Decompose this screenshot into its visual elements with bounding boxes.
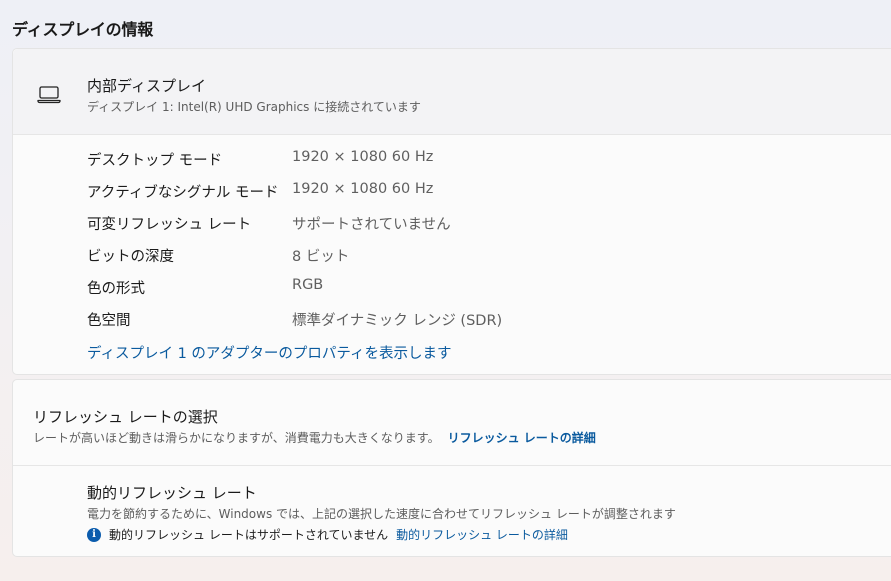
info-value: 標準ダイナミック レンジ (SDR) — [292, 313, 503, 329]
refresh-rate-description: レートが高いほど動きは滑らかになりますが、消費電力も大きくなります。 リフレッシュ… — [33, 429, 596, 446]
dynamic-refresh-description: 電力を節約するために、Windows では、上記の選択した速度に合わせてリフレッ… — [87, 507, 676, 521]
refresh-rate-card: リフレッシュ レートの選択 レートが高いほど動きは滑らかになりますが、消費電力も… — [12, 379, 891, 557]
refresh-rate-details-link[interactable]: リフレッシュ レートの詳細 — [448, 431, 596, 445]
display-info-card: 内部ディスプレイ ディスプレイ 1: Intel(R) UHD Graphics… — [12, 48, 891, 375]
refresh-rate-title: リフレッシュ レートの選択 — [33, 408, 218, 426]
info-icon: i — [87, 527, 101, 542]
info-value: 8 ビット — [292, 249, 350, 265]
section-title: ディスプレイの情報 — [12, 20, 154, 39]
info-value: 1920 × 1080 60 Hz — [292, 149, 434, 165]
adapter-properties-link[interactable]: ディスプレイ 1 のアダプターのプロパティを表示します — [87, 342, 452, 363]
info-label: デスクトップ モード — [87, 153, 223, 169]
dynamic-refresh-title: 動的リフレッシュ レート — [87, 484, 257, 502]
info-label: 色の形式 — [87, 281, 145, 297]
info-value: 1920 × 1080 60 Hz — [292, 181, 434, 197]
info-value: RGB — [292, 277, 324, 293]
refresh-rate-description-text: レートが高いほど動きは滑らかになりますが、消費電力も大きくなります。 — [33, 431, 440, 445]
info-label: 色空間 — [87, 313, 131, 329]
info-label: 可変リフレッシュ レート — [87, 217, 252, 233]
dynamic-refresh-details-link[interactable]: 動的リフレッシュ レートの詳細 — [396, 526, 568, 543]
display-header: 内部ディスプレイ ディスプレイ 1: Intel(R) UHD Graphics… — [13, 49, 891, 135]
info-value: サポートされていません — [292, 217, 451, 233]
dynamic-refresh-note: i 動的リフレッシュ レートはサポートされていません 動的リフレッシュ レートの… — [87, 526, 568, 543]
info-label: アクティブなシグナル モード — [87, 185, 279, 201]
dynamic-refresh-note-text: 動的リフレッシュ レートはサポートされていません — [109, 528, 389, 542]
laptop-icon — [37, 86, 61, 104]
display-title: 内部ディスプレイ — [87, 77, 206, 95]
info-label: ビットの深度 — [87, 249, 174, 265]
refresh-rate-selection: リフレッシュ レートの選択 レートが高いほど動きは滑らかになりますが、消費電力も… — [13, 380, 891, 466]
display-subtitle: ディスプレイ 1: Intel(R) UHD Graphics に接続されていま… — [87, 100, 421, 114]
